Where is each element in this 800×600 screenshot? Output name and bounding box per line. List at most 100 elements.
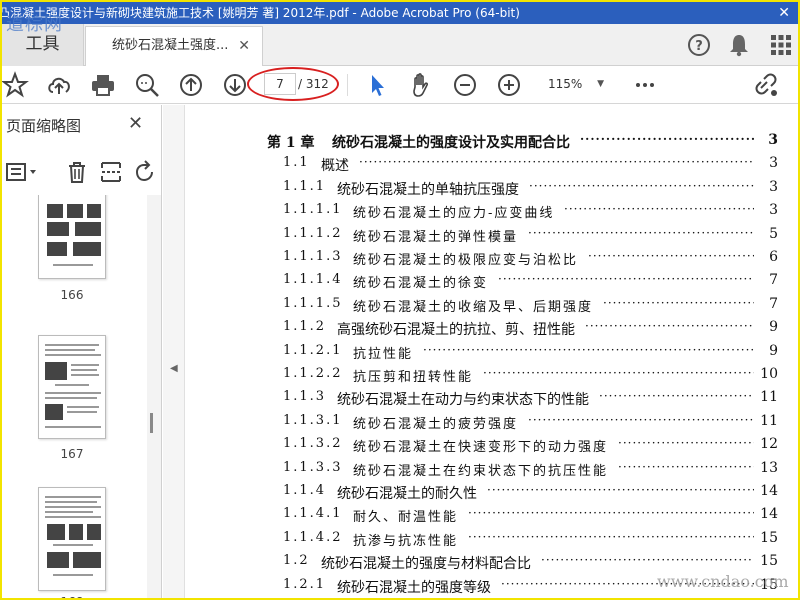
toc-leader-dots: ········································… bbox=[564, 202, 754, 217]
hand-tool-icon[interactable] bbox=[406, 70, 436, 100]
bookmark-star-icon[interactable] bbox=[2, 70, 30, 100]
toc-title: 统砂石混凝土的应力-应变曲线 bbox=[353, 206, 555, 222]
toc-number: 1.1.1.2 bbox=[283, 225, 343, 241]
title-bar: 凸混凝土强度设计与新砌块建筑施工技术 [姚明芳 著] 2012年.pdf - A… bbox=[2, 2, 798, 24]
toc-leader-dots: ········································… bbox=[468, 529, 754, 544]
toc-page-number: 3 bbox=[769, 202, 778, 219]
tools-tab-label: 工具 bbox=[25, 34, 60, 54]
next-page-icon[interactable] bbox=[220, 70, 250, 100]
delete-trash-icon[interactable] bbox=[64, 159, 90, 185]
toc-entry[interactable]: 1.1.1.5 统砂石混凝土的收缩及早、后期强度 ·················… bbox=[186, 296, 786, 318]
toc-number: 1.1.4.2 bbox=[283, 529, 343, 545]
previous-page-icon[interactable] bbox=[176, 70, 206, 100]
toc-number: 1.1.1 bbox=[283, 178, 327, 194]
toc-entry[interactable]: 1.1.4.2 抗渗与抗冻性能 ··························… bbox=[186, 530, 786, 552]
toc-title: 抗拉性能 bbox=[353, 346, 414, 362]
toc-title: 统砂石混凝土的耐久性 bbox=[337, 486, 477, 502]
toc-entry[interactable]: 1.1.4 统砂石混凝土的耐久性 ·························… bbox=[186, 483, 786, 505]
toc-leader-dots: ········································… bbox=[618, 436, 754, 451]
toc-page-number: 13 bbox=[760, 459, 778, 476]
toc-title: 抗渗与抗冻性能 bbox=[353, 533, 459, 549]
collapse-arrow-icon[interactable]: ◀ bbox=[170, 363, 178, 374]
insert-page-icon[interactable] bbox=[98, 159, 124, 185]
document-tab[interactable]: 统砂石混凝土强度... ✕ bbox=[85, 26, 263, 66]
toc-entry[interactable]: 1.1.1.3 统砂石混凝土的极限应变与泊松比 ··················… bbox=[186, 249, 786, 271]
zoom-out-icon[interactable] bbox=[450, 70, 480, 100]
toc-entry[interactable]: 1.1.1.4 统砂石混凝土的徐变 ························… bbox=[186, 272, 786, 294]
toc-page-number: 7 bbox=[769, 272, 778, 289]
toc-entry[interactable]: 1.1.2.1 抗拉性能 ·····························… bbox=[186, 343, 786, 365]
toc-entry[interactable]: 1.1.1 统砂石混凝土的单轴抗压强度 ······················… bbox=[186, 179, 786, 201]
toc-page-number: 15 bbox=[760, 553, 778, 570]
toc-leader-dots: ········································… bbox=[359, 155, 754, 170]
apps-grid-icon[interactable] bbox=[766, 30, 796, 60]
url-watermark: www.cndao.com bbox=[657, 572, 789, 591]
toc-number: 1.1.2 bbox=[283, 319, 327, 335]
toc-leader-dots: ········································… bbox=[618, 459, 754, 474]
thumbnail-scrollbar[interactable] bbox=[147, 195, 161, 598]
toc-page-number: 14 bbox=[760, 506, 778, 523]
toc-page-number: 10 bbox=[760, 366, 778, 382]
toc-page-number: 6 bbox=[769, 249, 778, 265]
share-link-icon[interactable] bbox=[752, 70, 782, 100]
toc-entry[interactable]: 1.1.3 统砂石混凝土在动力与约束状态下的性能 ·················… bbox=[186, 389, 786, 411]
toc-leader-dots: ········································… bbox=[585, 319, 754, 334]
zoom-search-icon[interactable] bbox=[132, 70, 162, 100]
close-window-icon[interactable]: ✕ bbox=[778, 2, 790, 24]
toc-number: 第 1 章 bbox=[267, 135, 315, 151]
toc-leader-dots: ········································… bbox=[599, 389, 754, 404]
rotate-icon[interactable] bbox=[132, 159, 158, 185]
toc-number: 1.1 bbox=[283, 155, 310, 171]
panel-title: 页面缩略图 bbox=[6, 117, 82, 135]
window-title: 凸混凝土强度设计与新砌块建筑施工技术 [姚明芳 著] 2012年.pdf - A… bbox=[2, 6, 520, 20]
document-view: 第 1 章 统砂石混凝土的强度设计及实用配合比 ··················… bbox=[186, 105, 798, 598]
toc-title: 统砂石混凝土的强度与材料配合比 bbox=[321, 556, 531, 573]
toc-page-number: 11 bbox=[760, 412, 778, 429]
toc-number: 1.1.1.4 bbox=[283, 272, 343, 288]
toc-page-number: 9 bbox=[769, 342, 778, 359]
toc-number: 1.2.1 bbox=[283, 576, 327, 592]
toc-page-number: 9 bbox=[769, 319, 778, 336]
select-cursor-icon[interactable] bbox=[362, 70, 392, 100]
toc-entry[interactable]: 第 1 章 统砂石混凝土的强度设计及实用配合比 ··················… bbox=[186, 132, 786, 154]
toc-entry[interactable]: 1.1.4.1 耐久、耐温性能 ··························… bbox=[186, 506, 786, 528]
toc-page-number: 3 bbox=[768, 132, 778, 148]
print-icon[interactable] bbox=[88, 70, 118, 100]
page-thumbnail[interactable] bbox=[38, 487, 106, 591]
svg-text:?: ? bbox=[695, 39, 703, 54]
zoom-level-dropdown[interactable]: 115% ▼ bbox=[536, 73, 610, 95]
toc-title: 统砂石混凝土的弹性模量 bbox=[353, 229, 519, 245]
toc-leader-dots: ········································… bbox=[580, 132, 754, 146]
toc-leader-dots: ········································… bbox=[468, 506, 754, 521]
toc-leader-dots: ········································… bbox=[487, 483, 754, 497]
toc-title: 统砂石混凝土在约束状态下的抗压性能 bbox=[353, 463, 609, 479]
toc-entry[interactable]: 1.1.2 高强统砂石混凝土的抗拉、剪、扭性能 ··················… bbox=[186, 319, 786, 341]
toc-entry[interactable]: 1.1.3.3 统砂石混凝土在约束状态下的抗压性能 ················… bbox=[186, 460, 786, 482]
notification-bell-icon[interactable] bbox=[724, 30, 754, 60]
toc-entry[interactable]: 1.1.1.2 统砂石混凝土的弹性模量 ······················… bbox=[186, 226, 786, 248]
toc-leader-dots: ········································… bbox=[529, 178, 754, 193]
toc-entry[interactable]: 1.1 概述 ···································… bbox=[186, 155, 786, 177]
scrollbar-thumb[interactable] bbox=[150, 413, 153, 433]
more-options-icon[interactable] bbox=[630, 70, 660, 100]
toc-entry[interactable]: 1.1.2.2 抗压剪和扭转性能 ·························… bbox=[186, 366, 786, 388]
toc-entry[interactable]: 1.1.3.1 统砂石混凝土的疲劳强度 ······················… bbox=[186, 413, 786, 435]
close-tab-icon[interactable]: ✕ bbox=[238, 27, 250, 65]
logo-watermark: 道棕网 bbox=[6, 14, 63, 35]
toc-number: 1.1.3 bbox=[283, 389, 327, 405]
upload-cloud-icon[interactable] bbox=[44, 70, 74, 100]
toc-page-number: 11 bbox=[760, 389, 778, 406]
toc-entry[interactable]: 1.1.3.2 统砂石混凝土在快速变形下的动力强度 ················… bbox=[186, 436, 786, 458]
panel-splitter[interactable]: ◀ bbox=[163, 105, 185, 598]
thumbnail-page-number: 167 bbox=[60, 447, 84, 461]
page-thumbnail[interactable] bbox=[38, 335, 106, 439]
toc-title: 统砂石混凝土的徐变 bbox=[353, 276, 489, 292]
options-menu-icon[interactable] bbox=[4, 159, 40, 185]
page-thumbnail[interactable] bbox=[38, 195, 106, 279]
main-toolbar: 7 / 312 115% ▼ bbox=[2, 66, 798, 104]
thumbnail-page-number: 166 bbox=[60, 288, 84, 302]
help-icon[interactable]: ? bbox=[684, 30, 714, 60]
toc-entry[interactable]: 1.1.1.1 统砂石混凝土的应力-应变曲线 ···················… bbox=[186, 202, 786, 224]
close-panel-icon[interactable]: ✕ bbox=[128, 113, 143, 134]
zoom-in-icon[interactable] bbox=[494, 70, 524, 100]
